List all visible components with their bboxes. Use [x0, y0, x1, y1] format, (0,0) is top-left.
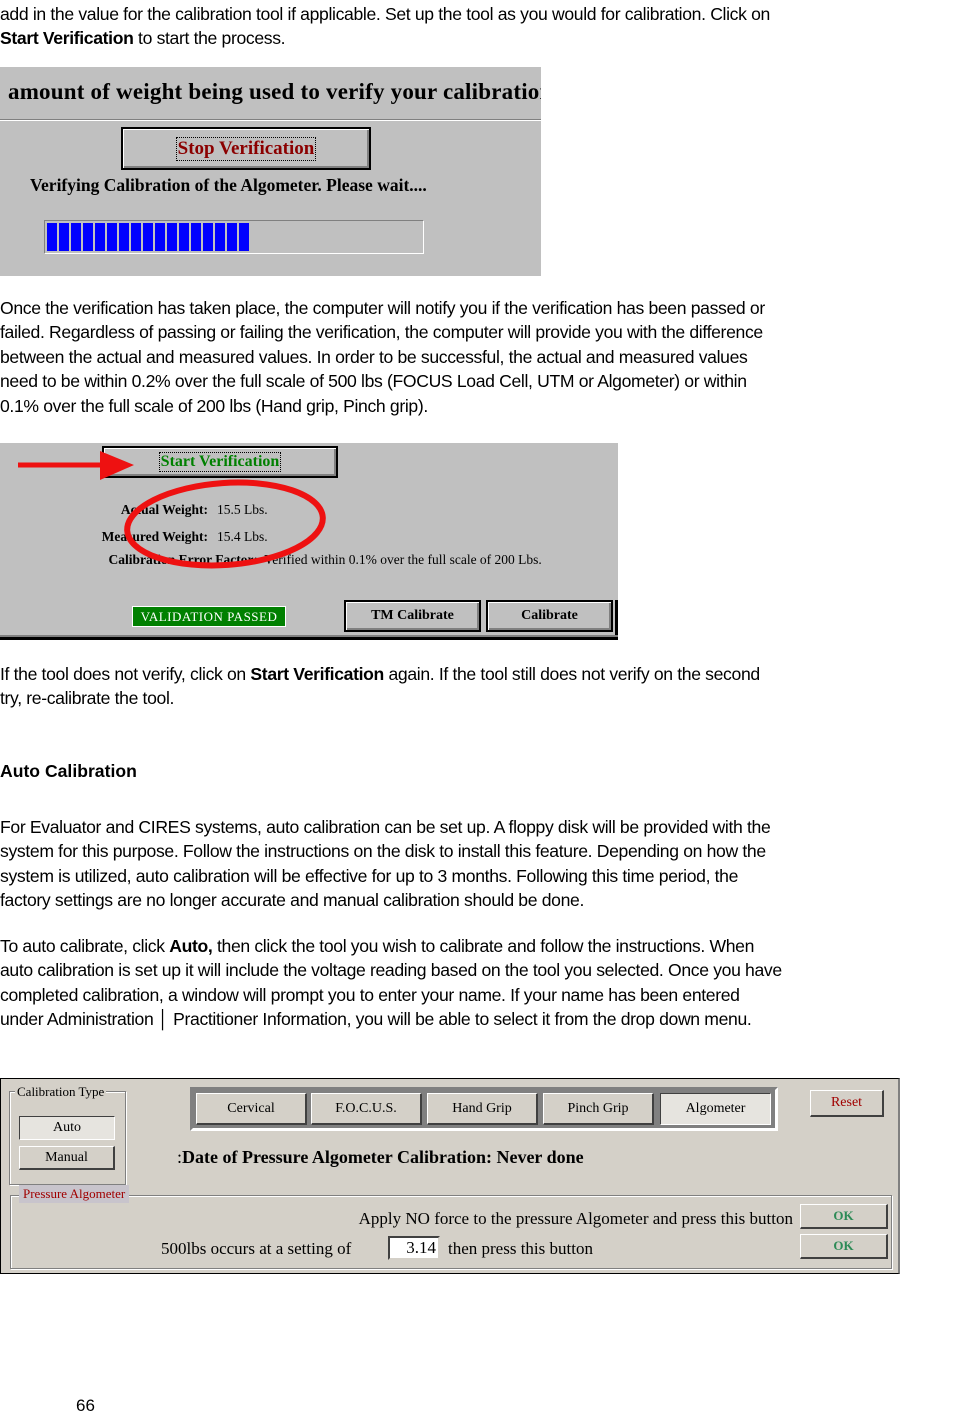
auto-emphasis: Auto,: [169, 936, 213, 956]
progress-segment: [131, 223, 141, 251]
retry-paragraph: If the tool does not verify, click on St…: [0, 662, 969, 711]
ok-label: OK: [833, 1208, 854, 1223]
progress-segment: [227, 223, 237, 251]
setting-ok-button[interactable]: OK: [800, 1234, 888, 1259]
auto-calibration-paragraph: For Evaluator and CIRES systems, auto ca…: [0, 815, 969, 913]
manual-button[interactable]: Manual: [19, 1146, 115, 1170]
results-line: Once the verification has taken place, t…: [0, 298, 765, 318]
steps-text: To auto calibrate, click: [0, 936, 170, 956]
annotation-overlay: [18, 451, 326, 569]
stop-verification-label: Stop Verification: [175, 136, 317, 161]
section-heading: Auto Calibration: [0, 761, 137, 781]
tool-button-focus[interactable]: F.O.C.U.S.: [311, 1093, 422, 1125]
verification-status-text: Verifying Calibration of the Algometer. …: [30, 175, 427, 195]
tool-button-cervical[interactable]: Cervical: [196, 1093, 307, 1125]
tool-button-algometer[interactable]: Algometer: [660, 1093, 771, 1125]
auto-line: factory settings are no longer accurate …: [0, 890, 584, 911]
zero-ok-button[interactable]: OK: [800, 1204, 888, 1229]
intro-paragraph: add in the value for the calibration too…: [0, 2, 969, 51]
setting-suffix-text: then press this button: [448, 1239, 593, 1258]
intro-line-1: add in the value for the calibration too…: [0, 4, 770, 24]
progress-segment: [59, 223, 69, 251]
red-circle-annotation: [124, 479, 326, 569]
retry-text: If the tool does not verify, click on: [0, 664, 251, 684]
setting-value-input[interactable]: 3.14: [388, 1236, 440, 1260]
calibration-type-legend: Calibration Type: [15, 1084, 107, 1100]
verification-result-screenshot: Start Verification Actual Weight: 15.5 L…: [0, 443, 618, 640]
progress-segment: [95, 223, 105, 251]
results-line: failed. Regardless of passing or failing…: [0, 322, 763, 343]
start-verification-emphasis: Start Verification: [0, 28, 134, 49]
reset-button[interactable]: Reset: [810, 1090, 884, 1117]
progress-segment: [239, 223, 249, 251]
divider: [0, 119, 541, 121]
auto-line: system is utilized, auto calibration wil…: [0, 865, 739, 886]
auto-button[interactable]: Auto: [19, 1116, 115, 1140]
progress-segment: [203, 223, 213, 251]
progress-segment: [179, 223, 189, 251]
weight-instruction-text: amount of weight being used to verify yo…: [8, 79, 541, 104]
steps-line: auto calibration is set up it will inclu…: [0, 960, 782, 981]
steps-line-1: To auto calibrate, click Auto, then clic…: [0, 934, 969, 958]
steps-text: then click the tool you wish to calibrat…: [212, 936, 755, 956]
progress-segment: [83, 223, 93, 251]
ok-label: OK: [833, 1238, 854, 1253]
calibration-date-label: :Date of Pressure Algometer Calibration:…: [177, 1147, 584, 1168]
results-line: between the actual and measured values. …: [0, 346, 748, 367]
progress-segment: [47, 223, 57, 251]
progress-segment: [143, 223, 153, 251]
progress-segment: [191, 223, 201, 251]
start-verification-emphasis: Start Verification: [250, 664, 384, 684]
auto-line: system for this purpose. Follow the inst…: [0, 841, 766, 862]
verification-progress-screenshot: amount of weight being used to verify yo…: [0, 67, 541, 276]
progress-segment: [119, 223, 129, 251]
tool-button-pinch-grip[interactable]: Pinch Grip: [543, 1093, 654, 1125]
steps-line: under Administration │ Practitioner Info…: [0, 1009, 752, 1030]
page-number: 66: [76, 1396, 95, 1415]
stop-verification-button[interactable]: Stop Verification: [121, 127, 371, 170]
retry-text: again. If the tool still does not verify…: [383, 664, 760, 684]
progress-fill: [47, 223, 421, 251]
intro-line-2: Start Verification to start the process.: [0, 26, 969, 50]
results-paragraph: Once the verification has taken place, t…: [0, 296, 969, 418]
setting-prefix-text: 500lbs occurs at a setting of: [161, 1239, 352, 1258]
zero-force-instruction: Apply NO force to the pressure Algometer…: [358, 1209, 793, 1228]
retry-line-1: If the tool does not verify, click on St…: [0, 662, 969, 686]
progress-segment: [215, 223, 225, 251]
intro-line-2-text: to start the process.: [133, 28, 286, 49]
retry-line-2: try, re-calibrate the tool.: [0, 688, 175, 709]
results-line: 0.1% over the full scale of 200 lbs (Han…: [0, 395, 428, 416]
tool-button-hand-grip[interactable]: Hand Grip: [427, 1093, 538, 1125]
steps-line: completed calibration, a window will pro…: [0, 984, 740, 1005]
auto-line: For Evaluator and CIRES systems, auto ca…: [0, 817, 771, 837]
progress-segment: [107, 223, 117, 251]
calibration-date-text: Date of Pressure Algometer Calibration: …: [182, 1147, 584, 1167]
progress-segment: [167, 223, 177, 251]
progress-segment: [155, 223, 165, 251]
progress-segment: [71, 223, 81, 251]
calibration-window-screenshot: Calibration Type Auto Manual Cervical F.…: [0, 1078, 900, 1274]
verification-progress-bar: [44, 220, 424, 254]
red-arrow-icon: [18, 451, 134, 480]
results-line: need to be within 0.2% over the full sca…: [0, 371, 747, 392]
auto-steps-paragraph: To auto calibrate, click Auto, then clic…: [0, 934, 969, 1032]
pressure-algometer-legend: Pressure Algometer: [19, 1185, 130, 1203]
